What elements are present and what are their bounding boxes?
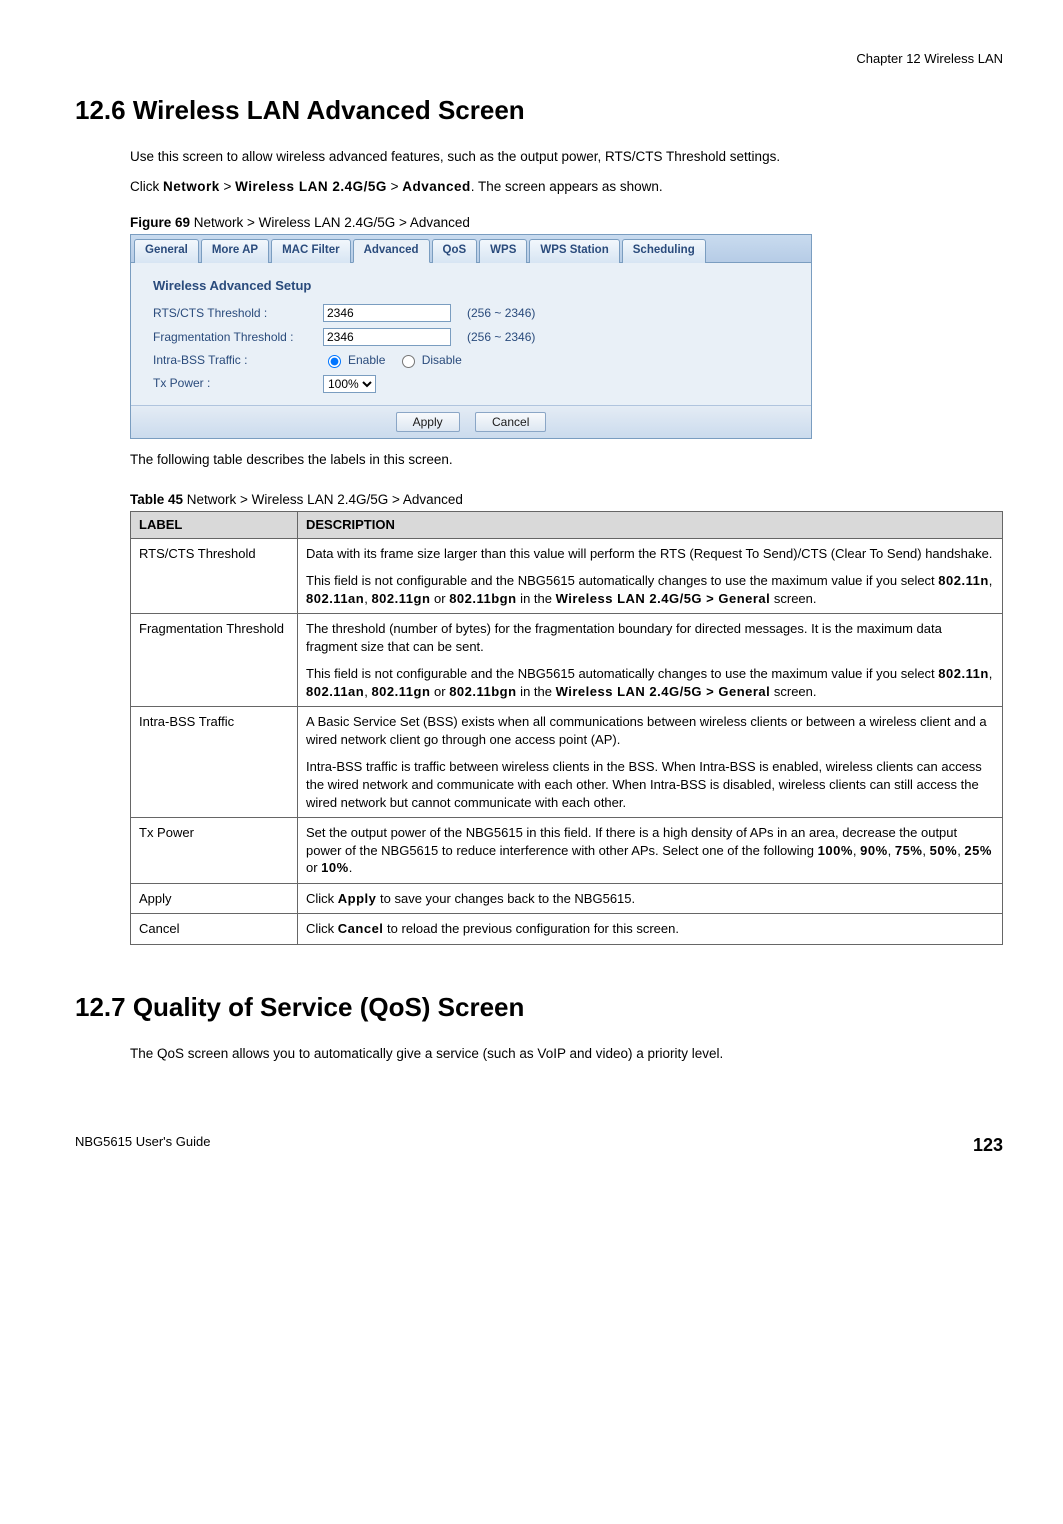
cell-desc: Set the output power of the NBG5615 in t…	[298, 818, 1003, 884]
cell-label: Tx Power	[131, 818, 298, 884]
footer-page-number: 123	[973, 1133, 1003, 1157]
cell-label: Intra-BSS Traffic	[131, 707, 298, 818]
rts-input[interactable]	[323, 304, 451, 322]
intra-disable-radio[interactable]	[402, 355, 415, 368]
th-label: LABEL	[131, 511, 298, 538]
section-127-heading: 12.7 Quality of Service (QoS) Screen	[75, 990, 1003, 1025]
txpower-select[interactable]: 100%	[323, 375, 376, 393]
running-header: Chapter 12 Wireless LAN	[75, 50, 1003, 68]
tab-qos[interactable]: QoS	[432, 239, 478, 263]
table-row: Tx Power Set the output power of the NBG…	[131, 818, 1003, 884]
frag-label: Fragmentation Threshold :	[153, 329, 323, 345]
intra-enable-radio[interactable]	[328, 355, 341, 368]
cell-label: Fragmentation Threshold	[131, 614, 298, 707]
table-row: Fragmentation Threshold The threshold (n…	[131, 614, 1003, 707]
tab-mac-filter[interactable]: MAC Filter	[271, 239, 351, 263]
table-row: Cancel Click Cancel to reload the previo…	[131, 914, 1003, 945]
txpower-label: Tx Power :	[153, 375, 323, 391]
table-45-caption: Table 45 Network > Wireless LAN 2.4G/5G …	[130, 491, 1003, 509]
intra-label: Intra-BSS Traffic :	[153, 352, 323, 368]
frag-input[interactable]	[323, 328, 451, 346]
cell-desc: Click Cancel to reload the previous conf…	[298, 914, 1003, 945]
tab-scheduling[interactable]: Scheduling	[622, 239, 706, 263]
rts-hint: (256 ~ 2346)	[467, 305, 535, 321]
table-row: Apply Click Apply to save your changes b…	[131, 883, 1003, 914]
cancel-button[interactable]: Cancel	[475, 412, 546, 432]
table-lead-in: The following table describes the labels…	[130, 451, 1003, 469]
panel-title: Wireless Advanced Setup	[153, 277, 793, 295]
footer-guide-name: NBG5615 User's Guide	[75, 1133, 210, 1157]
cell-label: Cancel	[131, 914, 298, 945]
intra-enable-text: Enable	[348, 352, 385, 368]
tab-wps[interactable]: WPS	[479, 239, 527, 263]
rts-label: RTS/CTS Threshold :	[153, 305, 323, 321]
cell-label: Apply	[131, 883, 298, 914]
apply-button[interactable]: Apply	[396, 412, 460, 432]
section-126-intro: Use this screen to allow wireless advanc…	[130, 148, 1003, 166]
tab-more-ap[interactable]: More AP	[201, 239, 269, 263]
frag-hint: (256 ~ 2346)	[467, 329, 535, 345]
tab-bar: General More AP MAC Filter Advanced QoS …	[131, 235, 811, 263]
table-45: LABEL DESCRIPTION RTS/CTS Threshold Data…	[130, 511, 1003, 945]
tab-advanced[interactable]: Advanced	[353, 239, 430, 263]
cell-label: RTS/CTS Threshold	[131, 538, 298, 614]
figure-69-caption: Figure 69 Network > Wireless LAN 2.4G/5G…	[130, 214, 1003, 232]
table-row: RTS/CTS Threshold Data with its frame si…	[131, 538, 1003, 614]
section-126-nav-instruction: Click Network > Wireless LAN 2.4G/5G > A…	[130, 178, 1003, 196]
section-127-intro: The QoS screen allows you to automatical…	[130, 1045, 1003, 1063]
section-126-heading: 12.6 Wireless LAN Advanced Screen	[75, 93, 1003, 128]
tab-general[interactable]: General	[134, 239, 199, 263]
cell-desc: A Basic Service Set (BSS) exists when al…	[298, 707, 1003, 818]
tab-wps-station[interactable]: WPS Station	[529, 239, 619, 263]
cell-desc: Click Apply to save your changes back to…	[298, 883, 1003, 914]
cell-desc: The threshold (number of bytes) for the …	[298, 614, 1003, 707]
advanced-screenshot: General More AP MAC Filter Advanced QoS …	[130, 234, 812, 438]
intra-disable-text: Disable	[422, 352, 462, 368]
th-description: DESCRIPTION	[298, 511, 1003, 538]
table-row: Intra-BSS Traffic A Basic Service Set (B…	[131, 707, 1003, 818]
cell-desc: Data with its frame size larger than thi…	[298, 538, 1003, 614]
